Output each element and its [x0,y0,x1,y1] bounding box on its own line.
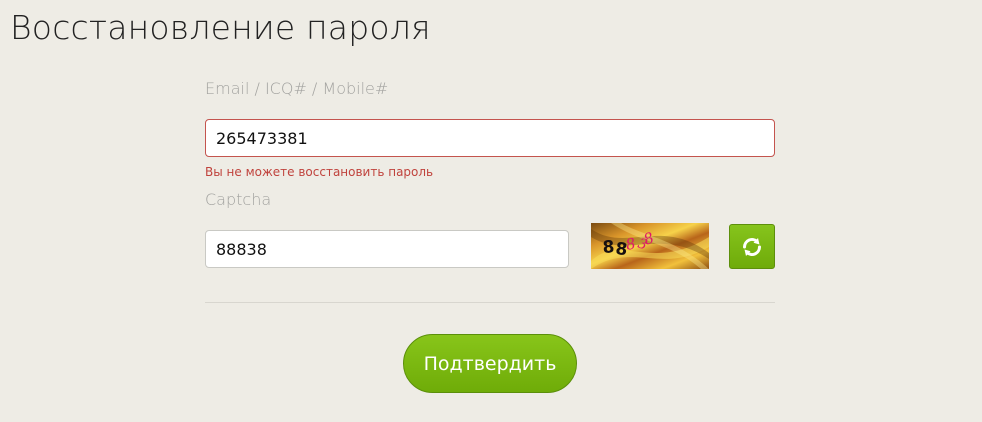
submit-button[interactable]: Подтвердить [403,334,577,393]
captcha-label: Captcha [205,190,272,209]
login-input[interactable] [205,119,775,157]
captcha-input[interactable] [205,230,569,268]
error-message: Вы не можете восстановить пароль [205,165,434,179]
page-title: Восстановление пароля [10,8,431,47]
login-label: Email / ICQ# / Mobile# [205,79,389,98]
captcha-image: 8 8 8 3 8 [591,223,709,269]
form-divider [205,302,775,303]
refresh-icon [742,237,762,256]
svg-text:8: 8 [602,237,615,258]
refresh-captcha-button[interactable] [729,224,775,269]
